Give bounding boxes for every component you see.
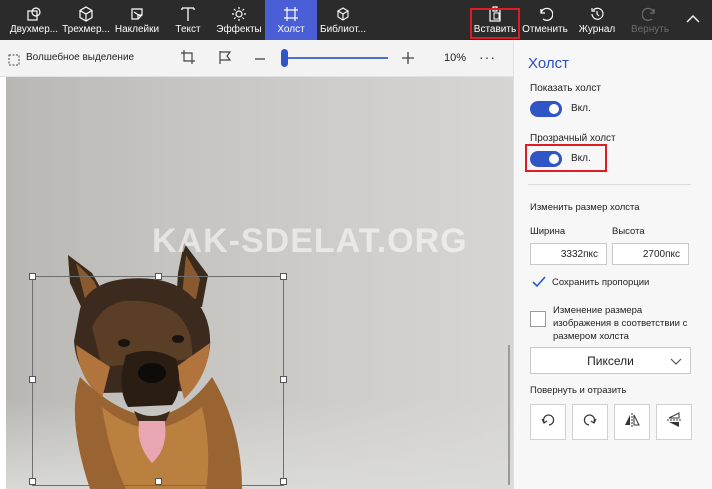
undo-button[interactable]: Отменить [522, 0, 568, 40]
chevron-up-icon [686, 11, 700, 28]
top-toolbar: Двухмер... Трехмер... Наклейки Текст Эфф… [0, 0, 712, 40]
keep-ratio-label: Сохранить пропорции [552, 277, 650, 288]
tool-stickers[interactable]: Наклейки [114, 0, 160, 40]
resize-image-label-line2: изображения в соответствии с [553, 318, 688, 329]
tool-label: Текст [175, 24, 201, 35]
more-options-button[interactable]: ··· [479, 49, 496, 65]
stickers-icon [129, 5, 145, 22]
zoom-out-icon[interactable] [254, 52, 266, 70]
history-icon [589, 5, 605, 22]
height-label: Высота [612, 226, 645, 237]
resize-image-checkbox[interactable] [530, 311, 546, 327]
2d-shapes-icon [26, 5, 42, 22]
tool-effects[interactable]: Эффекты [214, 0, 264, 40]
flip-vertical-button[interactable] [656, 404, 692, 440]
canvas-subtoolbar: Волшебное выделение ··· [0, 40, 513, 77]
watermark-text: KAK-SDELAT.ORG [152, 222, 468, 260]
vertical-scrollbar[interactable] [508, 345, 510, 485]
resize-handle-top-left[interactable] [29, 273, 36, 280]
units-dropdown[interactable]: Пиксели [530, 347, 691, 374]
collapse-toolbar-button[interactable] [680, 0, 706, 40]
tool-3d-library[interactable]: Библиот... [319, 0, 367, 40]
redo-button[interactable]: Вернуть [627, 0, 673, 40]
rotate-flip-label: Повернуть и отразить [530, 385, 627, 396]
resize-canvas-label: Изменить размер холста [530, 202, 640, 213]
flip-vertical-icon [666, 411, 682, 433]
rotate-left-icon [540, 412, 556, 433]
tool-label: Библиот... [320, 24, 366, 35]
panel-divider [528, 184, 691, 185]
crop-icon[interactable] [180, 49, 196, 70]
resize-image-label-line3: размером холста [553, 331, 629, 342]
history-label: Журнал [578, 24, 616, 35]
resize-image-label-line1: Изменение размера [553, 305, 643, 316]
tool-label: Трехмер... [62, 24, 110, 35]
effects-icon [231, 5, 247, 22]
text-icon [180, 5, 196, 22]
zoom-in-icon[interactable] [401, 51, 415, 70]
flip-horizontal-button[interactable] [614, 404, 650, 440]
magic-select-label[interactable]: Волшебное выделение [26, 52, 134, 63]
tool-label: Холст [277, 24, 305, 35]
tool-text[interactable]: Текст [166, 0, 210, 40]
zoom-slider-track[interactable] [284, 57, 388, 59]
redo-label: Вернуть [630, 24, 670, 35]
panel-title: Холст [528, 55, 569, 72]
tool-label: Двухмер... [9, 24, 59, 35]
tool-label: Эффекты [216, 24, 262, 35]
chevron-down-icon [670, 355, 682, 369]
3d-shapes-icon [78, 5, 94, 22]
resize-handle-top[interactable] [155, 273, 162, 280]
flip-horizontal-icon [624, 412, 640, 433]
paste-highlight-box [470, 8, 520, 39]
rotate-right-icon [582, 412, 598, 433]
resize-handle-top-right[interactable] [280, 273, 287, 280]
zoom-value: 10% [444, 52, 467, 64]
redo-icon [642, 5, 658, 22]
resize-handle-right[interactable] [280, 376, 287, 383]
undo-label: Отменить [522, 24, 568, 35]
resize-handle-bottom-right[interactable] [280, 478, 287, 485]
magic-select-icon[interactable] [8, 53, 20, 71]
tool-2d-shapes[interactable]: Двухмер... [8, 0, 60, 40]
transparent-toggle-highlight-box [525, 144, 607, 172]
tool-label: Наклейки [114, 24, 160, 35]
resize-handle-left[interactable] [29, 376, 36, 383]
resize-handle-bottom[interactable] [155, 478, 162, 485]
height-field[interactable]: 2700пкс [612, 243, 689, 265]
zoom-slider-thumb[interactable] [281, 49, 288, 67]
transparent-canvas-label: Прозрачный холст [530, 133, 616, 144]
undo-icon [537, 5, 553, 22]
rotate-right-button[interactable] [572, 404, 608, 440]
tool-canvas[interactable]: Холст [265, 0, 317, 40]
width-label: Ширина [530, 226, 566, 237]
selection-box[interactable] [32, 276, 284, 486]
flag-icon[interactable] [217, 49, 233, 70]
tool-3d-shapes[interactable]: Трехмер... [62, 0, 110, 40]
checkmark-icon[interactable] [532, 275, 546, 293]
rotate-left-button[interactable] [530, 404, 566, 440]
show-canvas-toggle[interactable] [530, 101, 562, 117]
3d-library-icon [335, 5, 351, 22]
width-field[interactable]: 3332пкс [530, 243, 607, 265]
history-button[interactable]: Журнал [574, 0, 620, 40]
resize-handle-bottom-left[interactable] [29, 478, 36, 485]
units-value: Пиксели [587, 353, 634, 368]
canvas-icon [283, 5, 299, 22]
show-canvas-state: Вкл. [571, 103, 591, 114]
show-canvas-label: Показать холст [530, 83, 601, 94]
